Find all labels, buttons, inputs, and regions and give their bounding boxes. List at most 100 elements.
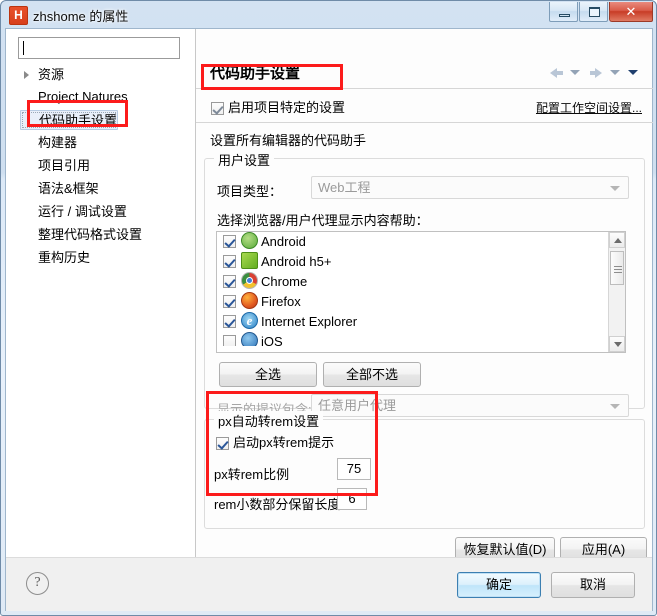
divider-top: [196, 88, 653, 89]
configure-workspace-settings-link[interactable]: 配置工作空间设置...: [536, 99, 642, 116]
chevron-right-icon[interactable]: [24, 71, 29, 79]
page-title: 代码助手设置: [210, 65, 301, 82]
sidebar-item-label: 项目引用: [38, 158, 91, 173]
browser-list-scrollbar[interactable]: [608, 232, 625, 352]
arrow-right-icon[interactable]: [588, 66, 604, 79]
browser-name: iOS: [261, 334, 283, 346]
project-type-value: Web工程: [318, 180, 371, 195]
enable-project-specific-checkbox[interactable]: 启用项目特定的设置: [211, 97, 345, 116]
sidebar-item-code-assist[interactable]: 代码助手设置: [20, 110, 119, 130]
android-h5-icon: [241, 252, 258, 269]
checkbox-icon[interactable]: [223, 295, 236, 308]
arrow-left-icon[interactable]: [549, 66, 565, 79]
divider-mid: [196, 122, 653, 123]
checkbox-icon[interactable]: [223, 335, 236, 346]
settings-detail-pane: 代码助手设置 启用项目特定的设置 配置工作空间设置... 设置所有编辑器的代码助…: [195, 29, 653, 562]
settings-tree-pane: 资源 Project Natures 代码助手设置 构建器 项目引用 语法&框架…: [6, 29, 195, 557]
pxrem-ratio-input[interactable]: 75: [337, 458, 371, 480]
scroll-down-button[interactable]: [609, 336, 625, 352]
sidebar-item-label: 构建器: [38, 135, 78, 150]
list-item[interactable]: Firefox: [217, 292, 625, 312]
user-settings-legend: 用户设置: [214, 150, 275, 169]
sidebar-item-label: 语法&框架: [38, 181, 99, 196]
checkbox-icon[interactable]: [223, 315, 236, 328]
scrollbar-thumb[interactable]: [610, 251, 624, 285]
chevron-down-icon-menu[interactable]: [628, 70, 638, 76]
sidebar-item-resource[interactable]: 资源: [20, 65, 64, 85]
pxrem-legend: px自动转rem设置: [214, 411, 324, 430]
browser-name: Internet Explorer: [261, 314, 358, 329]
enable-pxrem-label: 启动px转rem提示: [233, 435, 335, 450]
checkbox-icon[interactable]: [211, 102, 224, 115]
text-caret: [23, 41, 24, 55]
user-agent-select[interactable]: 任意用户代理: [311, 394, 629, 417]
sidebar-item-label: 运行 / 调试设置: [38, 204, 127, 219]
sidebar-item-project-natures[interactable]: Project Natures: [20, 87, 128, 107]
browser-list[interactable]: Android Android h5+ Chrome Firefox Inter: [216, 231, 626, 353]
sidebar-item-run-debug[interactable]: 运行 / 调试设置: [20, 202, 127, 222]
checkbox-icon[interactable]: [223, 235, 236, 248]
project-type-label: 项目类型：: [217, 184, 283, 199]
enable-pxrem-checkbox[interactable]: 启动px转rem提示: [216, 432, 334, 451]
sidebar-item-label: Project Natures: [38, 89, 128, 104]
chevron-down-icon: [610, 186, 620, 191]
browser-name: Android h5+: [261, 254, 332, 269]
close-icon: ✕: [625, 4, 637, 19]
list-item[interactable]: Chrome: [217, 272, 625, 292]
sidebar-item-refactor-history[interactable]: 重构历史: [20, 248, 90, 268]
select-all-button[interactable]: 全选: [219, 362, 317, 387]
ok-button[interactable]: 确定: [457, 572, 541, 598]
maximize-button[interactable]: [579, 2, 608, 22]
browser-name: Firefox: [261, 294, 301, 309]
firefox-icon: [241, 292, 258, 309]
close-button[interactable]: ✕: [609, 2, 653, 22]
checkbox-icon[interactable]: [216, 437, 229, 450]
sidebar-item-label: 资源: [38, 67, 65, 82]
list-item[interactable]: iOS: [217, 332, 625, 346]
list-item[interactable]: Internet Explorer: [217, 311, 625, 332]
internet-explorer-icon: [241, 311, 258, 331]
sidebar-item-code-format[interactable]: 整理代码格式设置: [20, 225, 142, 245]
checkbox-icon[interactable]: [223, 255, 236, 268]
user-settings-group: 用户设置 项目类型： Web工程 选择浏览器/用户代理显示内容帮助： Andro…: [204, 150, 645, 417]
section-label: 设置所有编辑器的代码助手: [210, 133, 367, 148]
sidebar-item-builders[interactable]: 构建器: [20, 133, 77, 153]
search-input[interactable]: [18, 37, 180, 59]
hbuilder-h-icon: H: [9, 6, 28, 25]
sidebar-item-syntax-framework[interactable]: 语法&框架: [20, 179, 99, 199]
triangle-down-icon: [614, 342, 622, 347]
navigation-icons: [548, 65, 642, 79]
list-item[interactable]: Android h5+: [217, 252, 625, 272]
pxrem-decimal-input[interactable]: 6: [337, 488, 367, 510]
chrome-icon: [241, 272, 258, 289]
scroll-up-button[interactable]: [609, 232, 625, 248]
triangle-up-icon: [614, 238, 622, 243]
sidebar-item-label: 重构历史: [38, 250, 91, 265]
minimize-icon: [559, 14, 570, 17]
list-item[interactable]: Android: [217, 232, 625, 252]
properties-dialog-window: H zhshome 的属性 ✕ 资源 Project Natures 代码助手设…: [0, 0, 657, 616]
dialog-footer: ? 确定 取消: [6, 557, 652, 611]
window-title: zhshome 的属性: [33, 9, 129, 24]
chevron-down-icon-forward[interactable]: [609, 70, 620, 76]
select-none-button[interactable]: 全部不选: [323, 362, 421, 387]
minimize-button[interactable]: [549, 2, 578, 22]
browser-name: Android: [261, 234, 306, 249]
project-type-select[interactable]: Web工程: [311, 176, 629, 199]
sidebar-item-project-references[interactable]: 项目引用: [20, 156, 90, 176]
checkbox-icon[interactable]: [223, 275, 236, 288]
title-bar: H zhshome 的属性 ✕: [1, 1, 656, 29]
dialog-client-area: 资源 Project Natures 代码助手设置 构建器 项目引用 语法&框架…: [5, 28, 653, 611]
settings-tree: 资源 Project Natures 代码助手设置 构建器 项目引用 语法&框架…: [6, 65, 195, 555]
android-icon: [241, 232, 258, 249]
sidebar-item-label: 整理代码格式设置: [38, 227, 143, 242]
chevron-down-icon-back[interactable]: [569, 70, 580, 76]
user-agent-value: 任意用户代理: [318, 398, 397, 413]
cancel-button[interactable]: 取消: [551, 572, 635, 598]
pxrem-decimal-label: rem小数部分保留长度: [214, 497, 341, 512]
ios-icon: [241, 332, 258, 346]
help-icon[interactable]: ?: [26, 572, 49, 595]
maximize-icon: [589, 7, 600, 17]
dialog-body: 资源 Project Natures 代码助手设置 构建器 项目引用 语法&框架…: [6, 29, 653, 562]
pxrem-settings-group: px自动转rem设置 启动px转rem提示 px转rem比例 75 rem小数部…: [204, 411, 645, 529]
